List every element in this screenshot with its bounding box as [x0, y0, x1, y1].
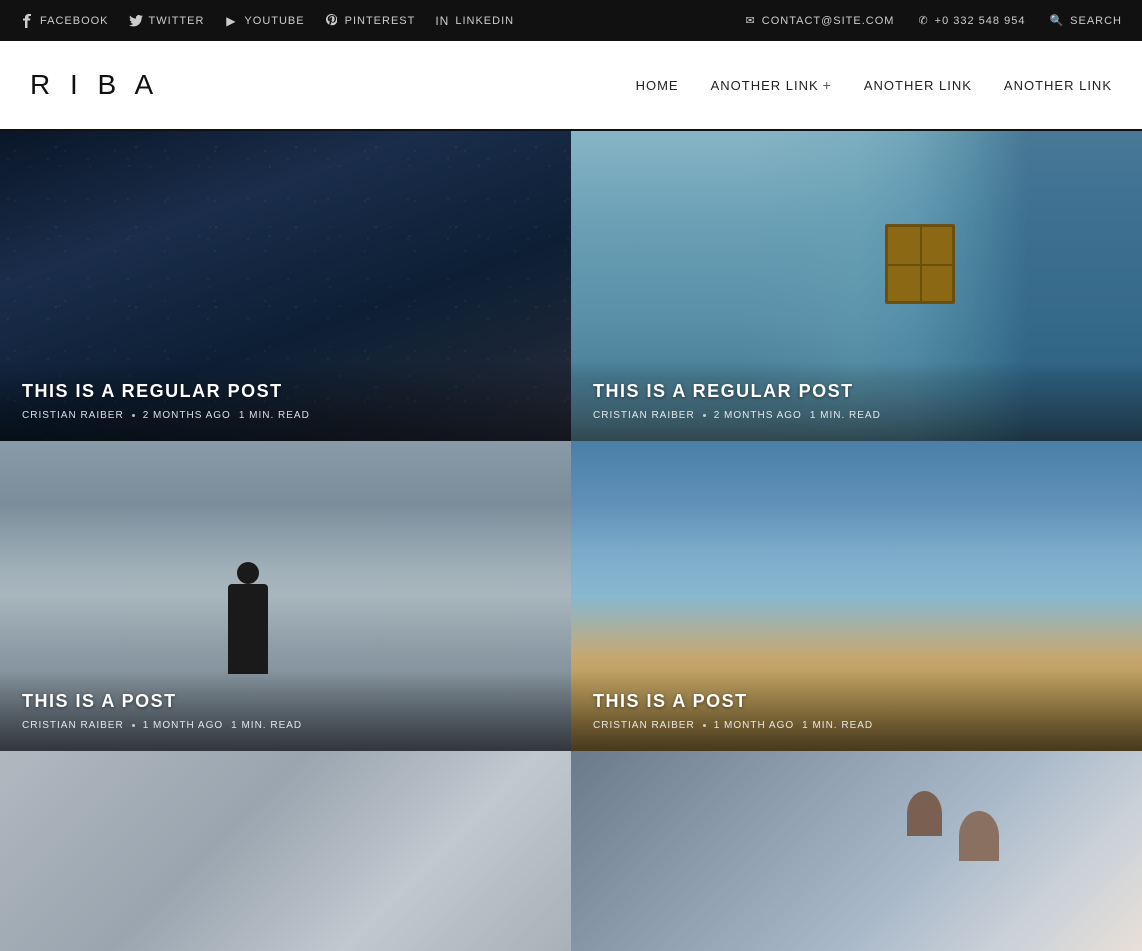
- facebook-label: FACEBOOK: [40, 15, 109, 27]
- post-readtime-4: 1 MIN. READ: [802, 720, 873, 731]
- person-silhouette: [228, 584, 268, 674]
- post-time-3: 1 MONTH AGO: [143, 720, 223, 731]
- email-icon: ✉: [746, 14, 756, 27]
- post-bg-dog: [571, 751, 1142, 951]
- pinterest-label: PINTEREST: [345, 15, 416, 27]
- post-card-5-partial[interactable]: [0, 751, 571, 951]
- post-title-3: THIS IS A POST: [22, 691, 549, 712]
- nav-home[interactable]: HOME: [636, 78, 679, 93]
- post-time-2: 2 MONTHS AGO: [714, 410, 802, 421]
- phone-link[interactable]: ✆ +0 332 548 954: [918, 14, 1025, 27]
- social-twitter[interactable]: TWITTER: [129, 14, 205, 28]
- linkedin-label: LINKEDIN: [455, 15, 514, 27]
- top-bar: FACEBOOK TWITTER ▶ YOUTUBE PINTEREST in …: [0, 0, 1142, 41]
- phone-text: +0 332 548 954: [935, 15, 1026, 27]
- search-label: SEARCH: [1070, 15, 1122, 27]
- meta-dot: [132, 414, 135, 417]
- post-overlay-3: THIS IS A POST CRISTIAN RAIBER 1 MONTH A…: [0, 671, 571, 751]
- youtube-label: YOUTUBE: [244, 15, 304, 27]
- window-decoration: [885, 224, 955, 304]
- post-meta-3: CRISTIAN RAIBER 1 MONTH AGO 1 MIN. READ: [22, 720, 549, 731]
- post-title-1: THIS IS A REGULAR POST: [22, 381, 549, 402]
- nav-another1[interactable]: ANOTHER LINK +: [711, 77, 832, 93]
- meta-dot: [703, 724, 706, 727]
- search-link[interactable]: 🔍 SEARCH: [1049, 14, 1122, 27]
- phone-icon: ✆: [918, 14, 928, 27]
- header: R I B A HOME ANOTHER LINK + ANOTHER LINK…: [0, 41, 1142, 131]
- post-meta-1: CRISTIAN RAIBER 2 MONTHS AGO 1 MIN. READ: [22, 410, 549, 421]
- post-card-1[interactable]: THIS IS A REGULAR POST CRISTIAN RAIBER 2…: [0, 131, 571, 441]
- youtube-icon: ▶: [224, 14, 238, 28]
- post-card-2[interactable]: THIS IS A REGULAR POST CRISTIAN RAIBER 2…: [571, 131, 1142, 441]
- post-overlay-1: THIS IS A REGULAR POST CRISTIAN RAIBER 2…: [0, 361, 571, 441]
- nav-another3[interactable]: ANOTHER LINK: [1004, 78, 1112, 93]
- post-title-2: THIS IS A REGULAR POST: [593, 381, 1120, 402]
- post-time-1: 2 MONTHS AGO: [143, 410, 231, 421]
- post-readtime-3: 1 MIN. READ: [231, 720, 302, 731]
- post-card-3[interactable]: THIS IS A POST CRISTIAN RAIBER 1 MONTH A…: [0, 441, 571, 751]
- social-linkedin[interactable]: in LINKEDIN: [435, 14, 514, 28]
- twitter-label: TWITTER: [149, 15, 205, 27]
- post-title-4: THIS IS A POST: [593, 691, 1120, 712]
- post-card-4[interactable]: THIS IS A POST CRISTIAN RAIBER 1 MONTH A…: [571, 441, 1142, 751]
- post-grid: THIS IS A REGULAR POST CRISTIAN RAIBER 2…: [0, 131, 1142, 951]
- post-author-3: CRISTIAN RAIBER: [22, 720, 124, 731]
- post-overlay-2: THIS IS A REGULAR POST CRISTIAN RAIBER 2…: [571, 361, 1142, 441]
- nav-another2[interactable]: ANOTHER LINK: [864, 78, 972, 93]
- twitter-icon: [129, 14, 143, 28]
- dog-ear-left: [907, 791, 942, 836]
- post-time-4: 1 MONTH AGO: [714, 720, 794, 731]
- social-youtube[interactable]: ▶ YOUTUBE: [224, 14, 304, 28]
- search-icon: 🔍: [1049, 14, 1064, 27]
- post-bg-gray: [0, 751, 571, 951]
- email-link[interactable]: ✉ CONTACT@SITE.COM: [746, 14, 895, 27]
- post-readtime-1: 1 MIN. READ: [239, 410, 310, 421]
- social-links: FACEBOOK TWITTER ▶ YOUTUBE PINTEREST in …: [20, 14, 514, 28]
- site-logo[interactable]: R I B A: [30, 69, 159, 101]
- post-card-6-partial[interactable]: [571, 751, 1142, 951]
- post-author-4: CRISTIAN RAIBER: [593, 720, 695, 731]
- dog-ear-right: [959, 811, 999, 861]
- social-pinterest[interactable]: PINTEREST: [325, 14, 416, 28]
- social-facebook[interactable]: FACEBOOK: [20, 14, 109, 28]
- post-meta-2: CRISTIAN RAIBER 2 MONTHS AGO 1 MIN. READ: [593, 410, 1120, 421]
- post-author-1: CRISTIAN RAIBER: [22, 410, 124, 421]
- facebook-icon: [20, 14, 34, 28]
- meta-dot: [132, 724, 135, 727]
- pinterest-icon: [325, 14, 339, 28]
- linkedin-icon: in: [435, 14, 449, 28]
- email-text: CONTACT@SITE.COM: [762, 15, 895, 27]
- post-readtime-2: 1 MIN. READ: [810, 410, 881, 421]
- post-author-2: CRISTIAN RAIBER: [593, 410, 695, 421]
- contact-section: ✉ CONTACT@SITE.COM ✆ +0 332 548 954 🔍 SE…: [746, 14, 1122, 27]
- post-meta-4: CRISTIAN RAIBER 1 MONTH AGO 1 MIN. READ: [593, 720, 1120, 731]
- main-nav: HOME ANOTHER LINK + ANOTHER LINK ANOTHER…: [636, 77, 1112, 93]
- meta-dot: [703, 414, 706, 417]
- dropdown-icon: +: [823, 77, 832, 93]
- post-overlay-4: THIS IS A POST CRISTIAN RAIBER 1 MONTH A…: [571, 671, 1142, 751]
